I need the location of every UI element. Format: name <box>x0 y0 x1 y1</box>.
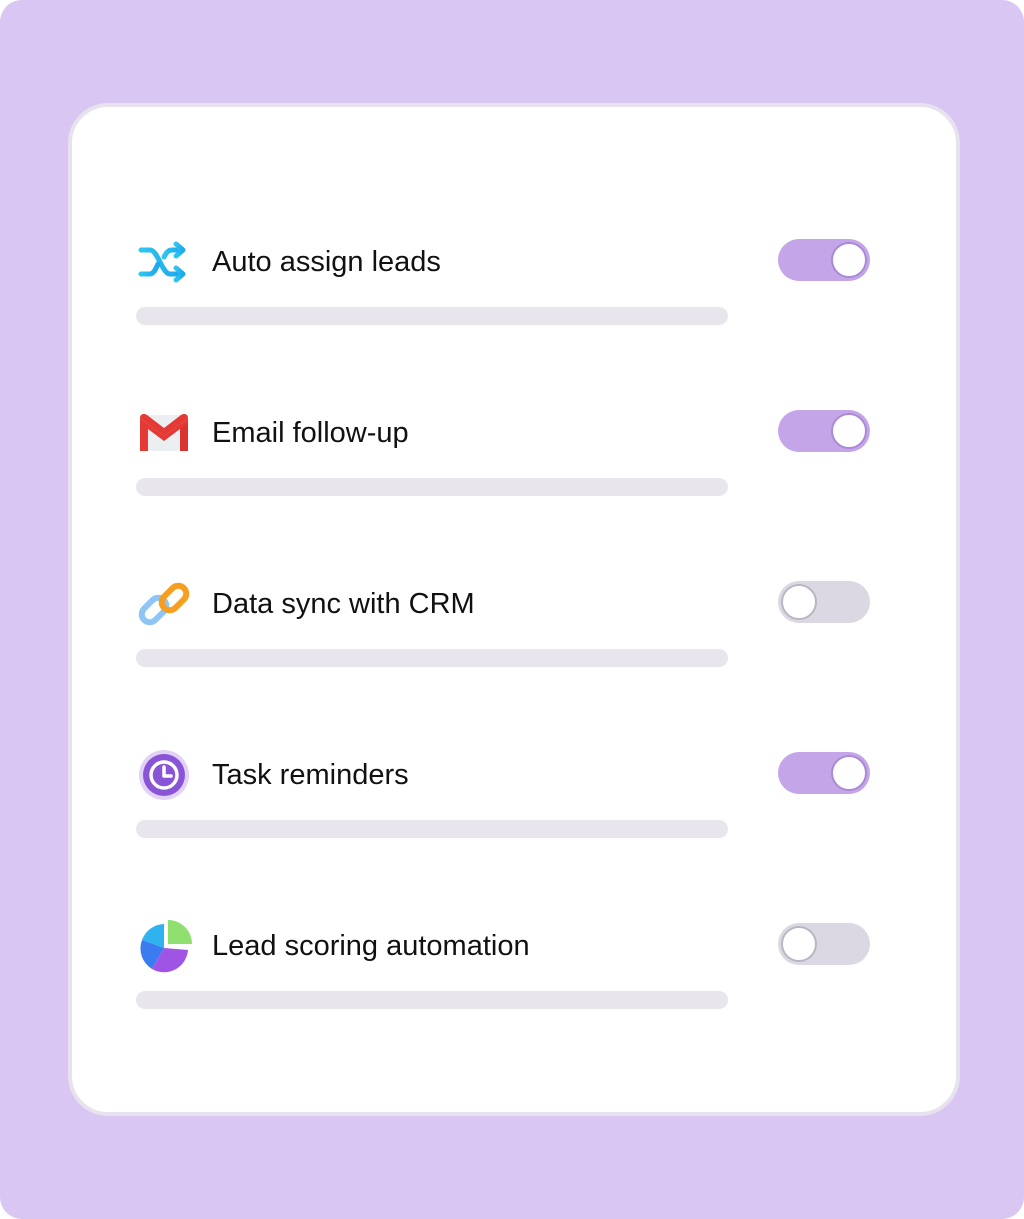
data-sync-toggle[interactable] <box>778 581 870 623</box>
setting-row-email-follow-up: Email follow-up <box>72 405 956 505</box>
setting-label: Task reminders <box>212 759 409 791</box>
toggle-knob <box>831 242 867 278</box>
email-follow-up-toggle[interactable] <box>778 410 870 452</box>
settings-card: Auto assign leads Email follow-up Data s… <box>68 103 960 1116</box>
toggle-knob <box>781 584 817 620</box>
toggle-knob <box>831 755 867 791</box>
background-frame: Auto assign leads Email follow-up Data s… <box>0 0 1024 1219</box>
pie-chart-icon <box>136 918 192 974</box>
placeholder-bar <box>136 649 728 667</box>
setting-label: Auto assign leads <box>212 246 441 278</box>
placeholder-bar <box>136 307 728 325</box>
lead-scoring-toggle[interactable] <box>778 923 870 965</box>
auto-assign-toggle[interactable] <box>778 239 870 281</box>
placeholder-bar <box>136 478 728 496</box>
setting-label: Lead scoring automation <box>212 930 530 962</box>
setting-row-task-reminders: Task reminders <box>72 747 956 847</box>
setting-row-data-sync: Data sync with CRM <box>72 576 956 676</box>
placeholder-bar <box>136 991 728 1009</box>
task-reminders-toggle[interactable] <box>778 752 870 794</box>
setting-label: Data sync with CRM <box>212 588 475 620</box>
link-icon <box>136 576 192 632</box>
toggle-knob <box>831 413 867 449</box>
toggle-knob <box>781 926 817 962</box>
setting-label: Email follow-up <box>212 417 409 449</box>
clock-icon <box>136 747 192 803</box>
gmail-icon <box>136 405 192 461</box>
setting-row-lead-scoring: Lead scoring automation <box>72 918 956 1018</box>
setting-row-auto-assign: Auto assign leads <box>72 234 956 334</box>
placeholder-bar <box>136 820 728 838</box>
shuffle-icon <box>136 234 192 290</box>
